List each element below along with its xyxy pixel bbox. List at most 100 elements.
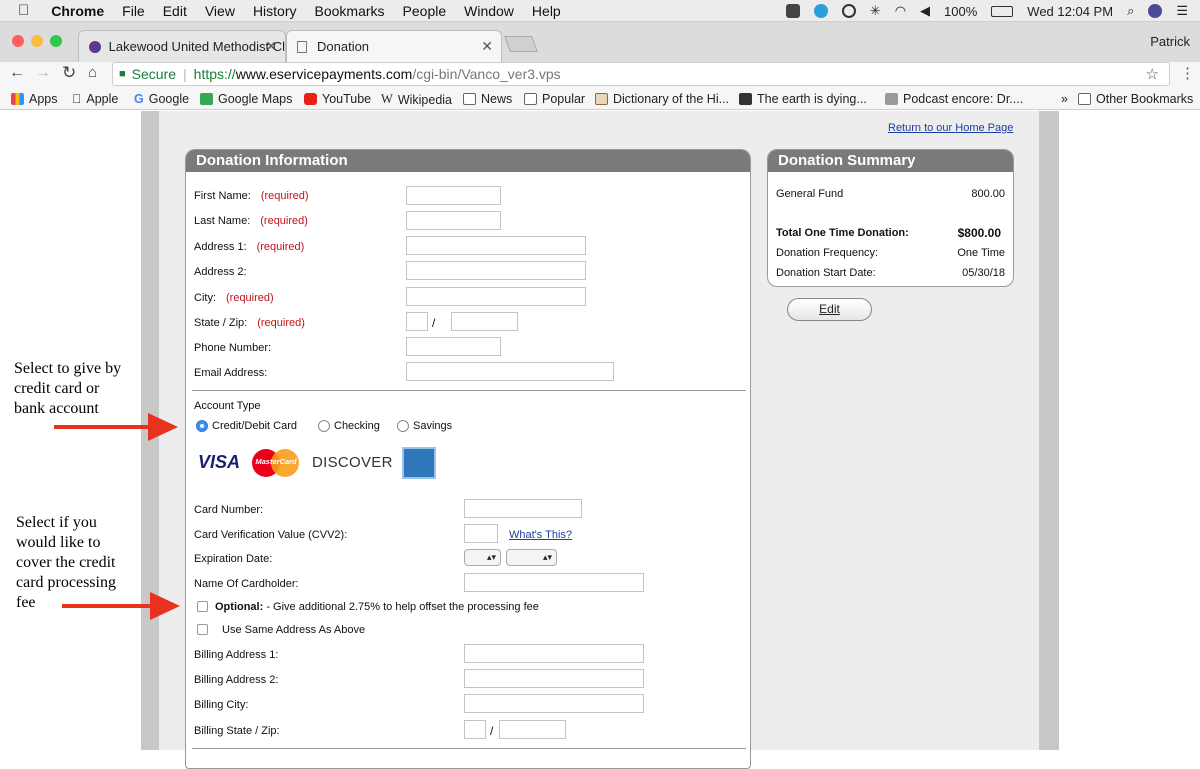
bookmark-wikipedia[interactable]: W Wikipedia — [381, 92, 452, 107]
bookmark-news[interactable]: News — [463, 92, 512, 106]
bookmarks-bar: Apps Apple GGoogle Google Maps YouTube … — [0, 88, 1200, 110]
credit-debit-radio[interactable] — [196, 420, 208, 432]
menu-window[interactable]: Window — [464, 3, 514, 19]
frequency-value: One Time — [957, 247, 1005, 259]
volume-icon[interactable]: ◀ — [920, 3, 930, 19]
back-arrow-icon[interactable]: ← — [9, 64, 25, 82]
bookmark-star-icon[interactable]: ☆ — [1146, 65, 1159, 83]
edit-button[interactable]: Edit — [787, 298, 872, 321]
bookmark-popular[interactable]: Popular — [524, 92, 585, 106]
menu-bookmarks[interactable]: Bookmarks — [315, 3, 385, 19]
tab-title: Donation — [317, 39, 370, 54]
billing-zip-input[interactable] — [499, 720, 566, 739]
web-page: Return to our Home Page Donation Informa… — [0, 111, 1200, 769]
menu-people[interactable]: People — [403, 3, 447, 19]
bookmark-other[interactable]: Other Bookmarks — [1078, 92, 1193, 106]
menu-view[interactable]: View — [205, 3, 235, 19]
menu-file[interactable]: File — [122, 3, 145, 19]
last-name-input[interactable] — [406, 211, 501, 230]
profile-name[interactable]: Patrick — [1150, 34, 1190, 49]
tab-lakewood[interactable]: Lakewood United Methodist Cl ✕ — [78, 30, 286, 62]
bookmark-google[interactable]: G Google — [134, 92, 189, 106]
processing-fee-label[interactable]: Optional: - Give additional 2.75% to hel… — [215, 601, 539, 613]
card-number-input[interactable] — [464, 499, 582, 518]
menu-help[interactable]: Help — [532, 3, 561, 19]
billing2-input[interactable] — [464, 669, 644, 688]
billing1-input[interactable] — [464, 644, 644, 663]
close-tab-icon[interactable]: ✕ — [481, 38, 493, 55]
time-machine-icon[interactable] — [841, 4, 856, 18]
tab-donation[interactable]: Donation ✕ — [286, 30, 502, 62]
city-input[interactable] — [406, 287, 586, 306]
forward-arrow-icon[interactable]: → — [35, 64, 51, 82]
frequency-label: Donation Frequency: — [776, 247, 879, 259]
close-window-button[interactable] — [12, 35, 24, 47]
reload-icon[interactable]: ↻ — [62, 63, 76, 83]
whats-this-link[interactable]: What's This? — [509, 529, 572, 541]
bookmark-apps[interactable]: Apps — [11, 92, 58, 106]
address-bar[interactable]: ■ Secure | https:// www.eservicepayments… — [112, 62, 1170, 86]
annotation-arrow-2-icon — [62, 592, 180, 620]
menu-app-chrome[interactable]: Chrome — [51, 3, 104, 19]
maps-icon — [200, 93, 213, 105]
zip-input[interactable] — [451, 312, 518, 331]
app-status-icon[interactable] — [813, 4, 828, 18]
same-address-label[interactable]: Use Same Address As Above — [222, 624, 365, 636]
dropbox-icon[interactable] — [785, 4, 800, 18]
bookmark-google-maps[interactable]: Google Maps — [200, 92, 292, 106]
bookmark-apple[interactable]: Apple — [72, 92, 118, 106]
new-tab-button[interactable] — [504, 36, 538, 52]
menu-edit[interactable]: Edit — [163, 3, 187, 19]
tab-title: Lakewood United Methodist Cl — [108, 39, 285, 54]
siri-icon[interactable] — [1148, 4, 1163, 18]
bookmark-overflow-icon[interactable]: » — [1061, 92, 1068, 106]
browser-tab-strip: Lakewood United Methodist Cl ✕ Donation … — [0, 22, 1200, 62]
email-input[interactable] — [406, 362, 614, 381]
home-icon[interactable]: ⌂ — [88, 64, 97, 81]
cardholder-input[interactable] — [464, 573, 644, 592]
notification-center-icon[interactable]: ☰ — [1176, 3, 1188, 19]
donation-summary-panel: Donation Summary General Fund 800.00 Tot… — [767, 149, 1014, 287]
processing-fee-checkbox[interactable] — [197, 601, 208, 612]
return-home-link[interactable]: Return to our Home Page — [888, 122, 1013, 134]
bookmark-podcast[interactable]: Podcast encore: Dr.... — [885, 92, 1023, 106]
menu-history[interactable]: History — [253, 3, 297, 19]
checking-radio[interactable] — [318, 420, 330, 432]
state-zip-label: State / Zip: (required) — [194, 317, 305, 329]
first-name-input[interactable] — [406, 186, 501, 205]
browser-toolbar: ← → ↻ ⌂ ■ Secure | https:// www.eservice… — [0, 62, 1200, 88]
clock[interactable]: Wed 12:04 PM — [1027, 4, 1113, 19]
close-tab-icon[interactable]: ✕ — [265, 38, 277, 55]
bookmark-earth[interactable]: The earth is dying... — [739, 92, 867, 106]
spotlight-search-icon[interactable]: ⌕ — [1127, 3, 1134, 19]
billing-city-input[interactable] — [464, 694, 644, 713]
select-arrows-icon: ▴▾ — [486, 552, 496, 562]
chrome-menu-icon[interactable]: ⋮ — [1180, 64, 1195, 82]
zoom-window-button[interactable] — [50, 35, 62, 47]
savings-radio[interactable] — [397, 420, 409, 432]
fund-label: General Fund — [776, 188, 844, 200]
first-name-label: First Name: (required) — [194, 190, 309, 202]
same-address-checkbox[interactable] — [197, 624, 208, 635]
address1-input[interactable] — [406, 236, 586, 255]
minimize-window-button[interactable] — [31, 35, 43, 47]
billing-state-input[interactable] — [464, 720, 486, 739]
apple-menu-icon[interactable]:  — [18, 2, 29, 19]
battery-icon[interactable] — [991, 5, 1014, 17]
cvv-input[interactable] — [464, 524, 498, 543]
phone-input[interactable] — [406, 337, 501, 356]
checking-label[interactable]: Checking — [334, 420, 380, 432]
bluetooth-icon[interactable]: ✳ — [870, 3, 881, 19]
bookmark-youtube[interactable]: YouTube — [304, 92, 371, 106]
state-input[interactable] — [406, 312, 428, 331]
page-thumbnail-icon — [595, 93, 608, 105]
address2-input[interactable] — [406, 261, 586, 280]
wifi-icon[interactable]: ◠ — [895, 3, 906, 19]
secure-label: Secure — [131, 66, 177, 82]
expiration-year-select[interactable]: ▴▾ — [506, 549, 557, 566]
savings-label[interactable]: Savings — [413, 420, 452, 432]
credit-debit-label[interactable]: Credit/Debit Card — [212, 420, 297, 432]
bookmark-dictionary[interactable]: Dictionary of the Hi... — [595, 92, 729, 106]
google-icon: G — [134, 92, 144, 106]
expiration-month-select[interactable]: ▴▾ — [464, 549, 501, 566]
